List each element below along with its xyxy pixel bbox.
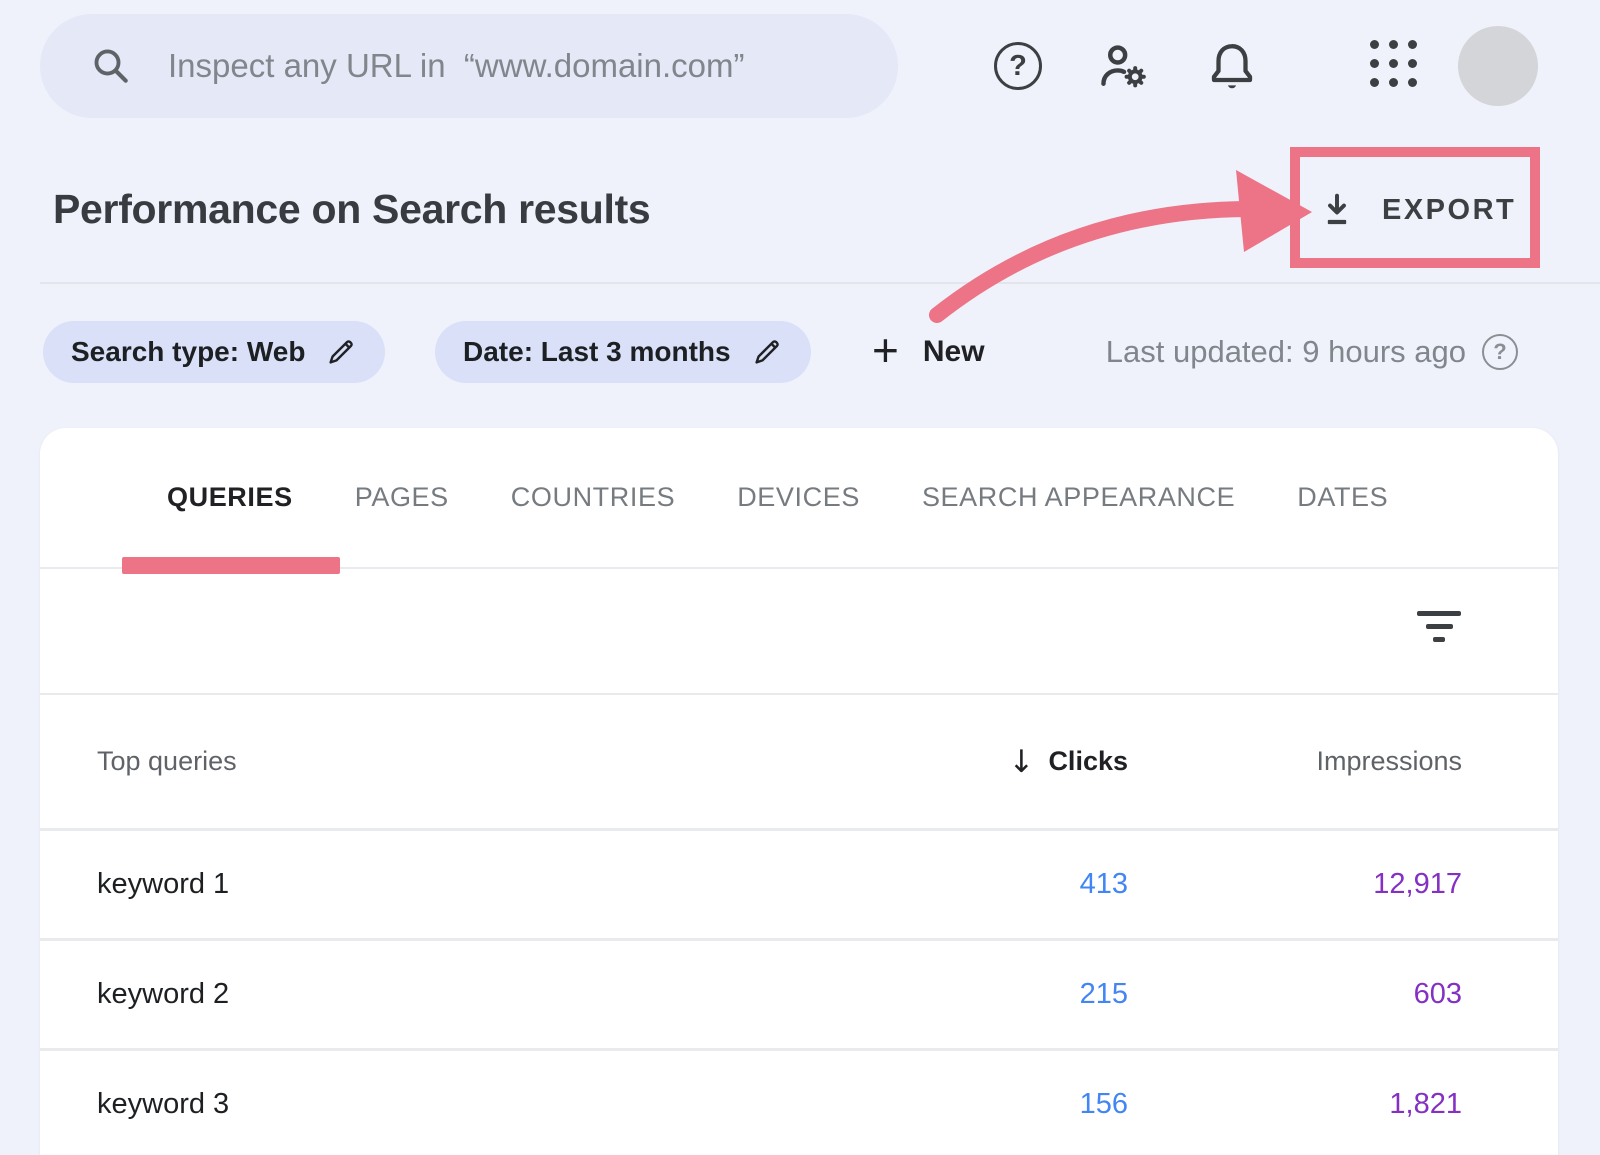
tab-devices[interactable]: DEVICES xyxy=(737,482,860,513)
search-type-chip[interactable]: Search type: Web xyxy=(43,321,385,383)
tab-dates[interactable]: DATES xyxy=(1297,482,1388,513)
clicks-cell: 413 xyxy=(928,868,1128,901)
query-cell: keyword 1 xyxy=(97,868,928,901)
table-row[interactable]: keyword 3 156 1,821 xyxy=(40,1051,1558,1155)
help-icon[interactable]: ? xyxy=(994,42,1042,90)
search-input[interactable] xyxy=(168,47,898,85)
new-button-label: New xyxy=(923,335,985,369)
date-range-chip-label: Date: Last 3 months xyxy=(463,336,731,368)
url-inspect-search-bar[interactable] xyxy=(40,14,898,118)
dimension-tabs: QUERIES PAGES COUNTRIES DEVICES SEARCH A… xyxy=(40,428,1558,567)
impressions-cell: 603 xyxy=(1128,978,1462,1011)
clicks-cell: 156 xyxy=(928,1088,1128,1121)
sort-desc-icon: ↓ xyxy=(1008,744,1034,780)
export-button[interactable]: EXPORT xyxy=(1318,184,1516,236)
last-updated-text: Last updated: 9 hours ago xyxy=(1106,334,1466,370)
plus-icon: + xyxy=(872,327,899,373)
last-updated-status: Last updated: 9 hours ago ? xyxy=(1106,321,1518,383)
clicks-cell: 215 xyxy=(928,978,1128,1011)
person-gear-glyph xyxy=(1094,38,1154,94)
table-header-row: Top queries ↓ Clicks Impressions xyxy=(40,695,1558,828)
column-header-impressions[interactable]: Impressions xyxy=(1128,746,1462,777)
download-icon xyxy=(1318,191,1356,229)
notifications-icon[interactable] xyxy=(1205,38,1259,94)
clicks-header-label: Clicks xyxy=(1048,746,1128,777)
search-console-performance-page: ? Performance xyxy=(0,0,1600,1155)
search-type-chip-label: Search type: Web xyxy=(71,336,305,368)
avatar[interactable] xyxy=(1458,26,1538,106)
new-filter-button[interactable]: + New xyxy=(872,321,985,383)
column-header-top-queries[interactable]: Top queries xyxy=(97,746,928,777)
query-cell: keyword 2 xyxy=(97,978,928,1011)
table-toolbar xyxy=(40,569,1558,693)
edit-pencil-icon xyxy=(751,336,783,368)
tab-search-appearance[interactable]: SEARCH APPEARANCE xyxy=(922,482,1235,513)
performance-report-card: QUERIES PAGES COUNTRIES DEVICES SEARCH A… xyxy=(40,428,1558,1155)
export-label: EXPORT xyxy=(1382,194,1516,227)
column-header-clicks[interactable]: ↓ Clicks xyxy=(928,744,1128,780)
impressions-cell: 1,821 xyxy=(1128,1088,1462,1121)
page-title: Performance on Search results xyxy=(53,186,650,233)
date-range-chip[interactable]: Date: Last 3 months xyxy=(435,321,811,383)
apps-grid-icon[interactable] xyxy=(1370,40,1417,87)
last-updated-help-icon[interactable]: ? xyxy=(1482,334,1518,370)
header-divider xyxy=(40,282,1600,284)
edit-pencil-icon xyxy=(325,336,357,368)
search-icon xyxy=(90,45,132,87)
filter-icon[interactable] xyxy=(1416,611,1462,651)
bell-glyph xyxy=(1205,38,1259,94)
tab-queries[interactable]: QUERIES xyxy=(167,482,293,513)
table-row[interactable]: keyword 2 215 603 xyxy=(40,941,1558,1048)
tab-countries[interactable]: COUNTRIES xyxy=(511,482,675,513)
table-row[interactable]: keyword 1 413 12,917 xyxy=(40,831,1558,938)
manage-users-icon[interactable] xyxy=(1094,38,1154,94)
query-cell: keyword 3 xyxy=(97,1088,928,1121)
impressions-cell: 12,917 xyxy=(1128,868,1462,901)
tab-pages[interactable]: PAGES xyxy=(355,482,449,513)
